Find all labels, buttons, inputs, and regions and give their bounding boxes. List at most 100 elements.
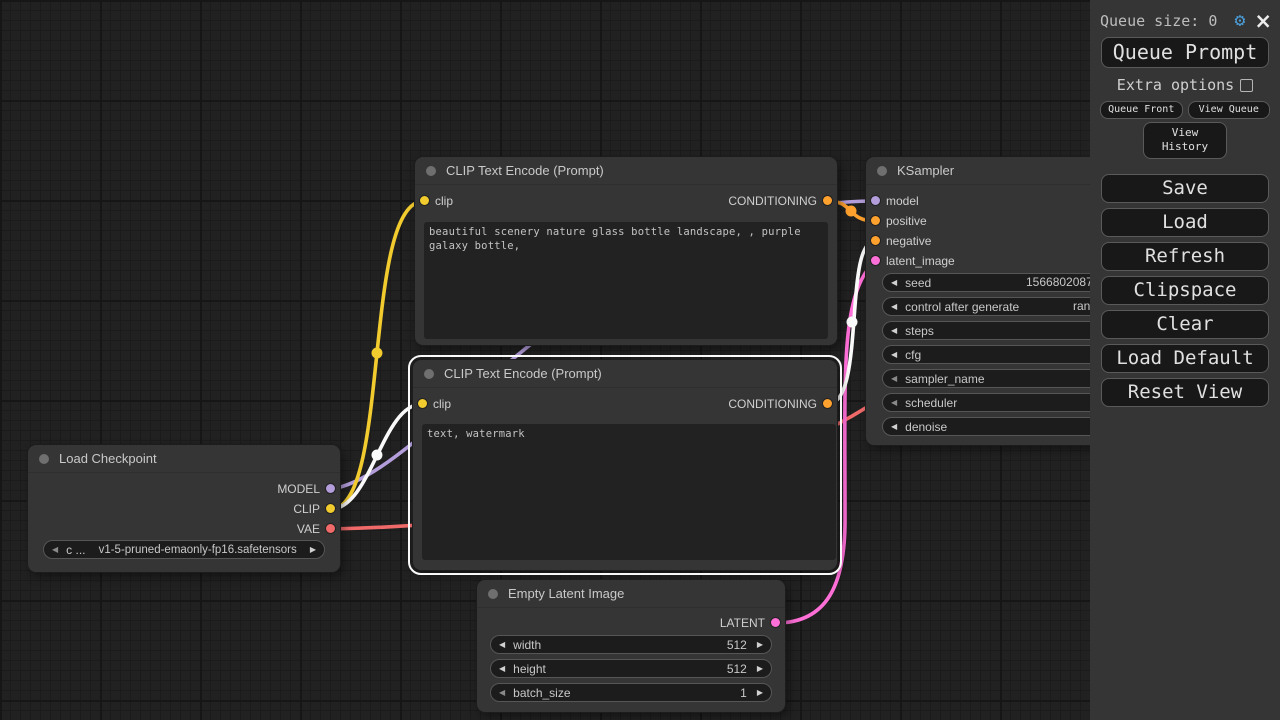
widget-value: 1 [740,685,747,700]
clip-port-dot[interactable] [326,504,335,513]
queue-prompt-button[interactable]: Queue Prompt [1101,37,1269,68]
node-clip-text-encode-negative-output-conditioning[interactable]: CONDITIONING [728,397,837,411]
menu-button-reset-view[interactable]: Reset View [1101,377,1269,407]
menu-button-refresh[interactable]: Refresh [1101,241,1269,271]
decrement-arrow-icon[interactable]: ◀ [52,545,58,554]
comfy-menu-panel: Queue size: 0 ⚙ × Queue Prompt Extra opt… [1090,0,1280,720]
link-clip-negative-highlighted [330,402,423,511]
widget-label: c ... [66,542,86,557]
increment-arrow-icon[interactable]: ▶ [757,640,763,649]
decrement-arrow-icon[interactable]: ◀ [891,350,897,359]
decrement-arrow-icon[interactable]: ◀ [891,374,897,383]
node-clip-text-encode-negative-header[interactable]: CLIP Text Encode (Prompt) [413,360,837,388]
link-conditioning-positive-midpoint-dot [845,205,857,217]
port-label: CONDITIONING [728,194,817,208]
node-load-checkpoint-output-vae[interactable]: VAE [297,522,340,536]
node-clip-text-encode-negative-input-clip[interactable]: clip [413,397,451,411]
menu-button-load[interactable]: Load [1101,207,1269,237]
increment-arrow-icon[interactable]: ▶ [310,545,316,554]
node-clip-text-encode-positive-text-input[interactable]: beautiful scenery nature glass bottle la… [424,222,828,339]
decrement-arrow-icon[interactable]: ◀ [891,422,897,431]
node-empty-latent-image-output-latent[interactable]: LATENT [720,616,785,630]
conditioning-port-dot[interactable] [823,196,832,205]
node-load-checkpoint-header[interactable]: Load Checkpoint [28,445,340,473]
node-clip-text-encode-positive-output-conditioning[interactable]: CONDITIONING [728,194,837,208]
node-clip-text-encode-negative[interactable]: CLIP Text Encode (Prompt) clip CONDITIONIN… [408,355,842,575]
widget-label: batch_size [513,685,571,700]
extra-options-checkbox[interactable] [1240,78,1254,92]
menu-button-load-default[interactable]: Load Default [1101,343,1269,373]
port-label: latent_image [886,254,955,268]
node-clip-text-encode-positive-header[interactable]: CLIP Text Encode (Prompt) [415,157,837,185]
view-queue-button[interactable]: View Queue [1187,101,1270,119]
menu-button-save[interactable]: Save [1101,173,1269,203]
widget-value: 512 [726,661,747,676]
conditioning-port-dot[interactable] [823,399,832,408]
clip-port-dot[interactable] [418,399,427,408]
decrement-arrow-icon[interactable]: ◀ [499,688,505,697]
node-clip-text-encode-positive[interactable]: CLIP Text Encode (Prompt) clip CONDITIONIN… [415,157,837,345]
node-load-checkpoint-output-clip[interactable]: CLIP [293,502,340,516]
latent-port-dot[interactable] [771,618,780,627]
queue-status-row: Queue size: 0 ⚙ × [1090,0,1280,32]
node-collapse-dot[interactable] [877,165,887,176]
clip-port-dot[interactable] [420,196,429,205]
model-port-dot[interactable] [326,484,335,493]
node-empty-latent-image-widget-batch-size[interactable]: ◀ batch_size 1 ▶ [490,683,772,702]
node-graph-canvas[interactable]: CLIP Text Encode (Prompt) clip CONDITIONIN… [0,0,1280,720]
menu-button-clipspace[interactable]: Clipspace [1101,275,1269,305]
link-clip-negative-highlighted-midpoint-dot [371,449,383,461]
gear-icon[interactable]: ⚙ [1235,12,1246,30]
decrement-arrow-icon[interactable]: ◀ [891,398,897,407]
node-collapse-dot[interactable] [488,588,498,599]
widget-label: sampler_name [905,371,985,386]
node-clip-text-encode-positive-input-clip[interactable]: clip [415,194,453,208]
queue-actions-row: Queue Front View Queue [1100,101,1270,119]
port-label: positive [886,214,927,228]
conditioning-port-dot[interactable] [871,236,880,245]
increment-arrow-icon[interactable]: ▶ [757,664,763,673]
close-icon[interactable]: × [1254,11,1272,32]
extra-options-row: Extra options [1090,76,1280,94]
decrement-arrow-icon[interactable]: ◀ [891,326,897,335]
conditioning-port-dot[interactable] [871,216,880,225]
widget-label: steps [905,323,934,338]
node-collapse-dot[interactable] [424,368,434,379]
widget-value: 1566802087 [1026,275,1093,289]
view-history-button[interactable]: View History [1143,122,1227,159]
node-load-checkpoint-widget-c-[interactable]: ◀ c ... v1-5-pruned-emaonly-fp16.safetenso… [43,540,325,559]
node-empty-latent-image-widget-height[interactable]: ◀ height 512 ▶ [490,659,772,678]
node-load-checkpoint[interactable]: Load Checkpoint MODEL CLIP VAE ◀ c ... v1-5-pr… [28,445,340,572]
node-title: CLIP Text Encode (Prompt) [446,163,604,178]
node-load-checkpoint-output-model[interactable]: MODEL [277,482,340,496]
decrement-arrow-icon[interactable]: ◀ [499,664,505,673]
decrement-arrow-icon[interactable]: ◀ [891,278,897,287]
node-ksampler-input-model[interactable]: model [866,194,919,208]
node-ksampler-input-negative[interactable]: negative [866,234,931,248]
model-port-dot[interactable] [871,196,880,205]
node-empty-latent-image-widget-width[interactable]: ◀ width 512 ▶ [490,635,772,654]
queue-size-label: Queue size: 0 [1100,12,1218,30]
vae-port-dot[interactable] [326,524,335,533]
node-ksampler-input-positive[interactable]: positive [866,214,927,228]
node-ksampler-input-latent_image[interactable]: latent_image [866,254,955,268]
node-clip-text-encode-negative-text-input[interactable]: text, watermark [422,424,836,560]
decrement-arrow-icon[interactable]: ◀ [499,640,505,649]
latent-port-dot[interactable] [871,256,880,265]
node-collapse-dot[interactable] [426,165,436,176]
node-empty-latent-image-header[interactable]: Empty Latent Image [477,580,785,608]
port-label: CLIP [293,502,320,516]
decrement-arrow-icon[interactable]: ◀ [891,302,897,311]
menu-button-clear[interactable]: Clear [1101,309,1269,339]
node-title: KSampler [897,163,955,178]
link-clip-positive [330,199,425,511]
widget-label: width [513,637,542,652]
widget-label: height [513,661,546,676]
port-label: MODEL [277,482,320,496]
node-collapse-dot[interactable] [39,453,49,464]
widget-value: v1-5-pruned-emaonly-fp16.safetensors [98,543,297,556]
node-empty-latent-image[interactable]: Empty Latent Image LATENT ◀ width 512 ▶ ◀ heigh… [477,580,785,712]
increment-arrow-icon[interactable]: ▶ [757,688,763,697]
queue-front-button[interactable]: Queue Front [1100,101,1183,119]
link-clip-positive-midpoint-dot [371,347,383,359]
